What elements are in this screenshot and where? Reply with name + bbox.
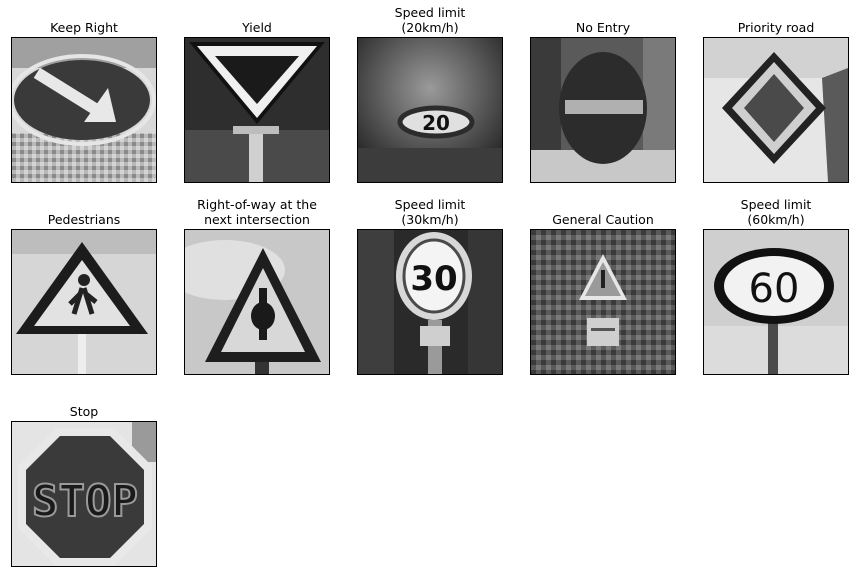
panel-caption: General Caution [552, 212, 654, 227]
panel-caption: Right-of-way at the next intersection [197, 197, 317, 227]
panel-image [11, 229, 157, 375]
panel-image: 20 [357, 37, 503, 183]
panel-caption: Speed limit (30km/h) [394, 197, 466, 227]
panel-image [11, 37, 157, 183]
keep-right-sign-icon [12, 38, 156, 182]
speed-limit-60-sign-icon: 60 [704, 230, 848, 374]
panel-caption: Keep Right [50, 20, 118, 35]
panel-image [530, 229, 676, 375]
svg-text:20: 20 [422, 111, 450, 135]
panel-image: 30 [357, 229, 503, 375]
right-of-way-sign-icon [185, 230, 329, 374]
panel-image [530, 37, 676, 183]
priority-road-sign-icon [704, 38, 848, 182]
speed-limit-30-sign-icon: 30 [358, 230, 502, 374]
svg-text:30: 30 [410, 259, 457, 299]
no-entry-sign-icon [531, 38, 675, 182]
panel-image [703, 37, 849, 183]
panel-caption: Yield [242, 20, 272, 35]
panel-image [184, 229, 330, 375]
panel-caption: Speed limit (20km/h) [394, 5, 466, 35]
panel-caption: No Entry [575, 20, 631, 35]
panel-image: STOP [11, 421, 157, 567]
general-caution-sign-icon [531, 230, 675, 374]
svg-text:60: 60 [749, 266, 800, 312]
panel-caption: Speed limit (60km/h) [740, 197, 812, 227]
panel-caption: Pedestrians [47, 212, 121, 227]
stop-sign-icon: STOP [12, 422, 156, 566]
panel-image: 60 [703, 229, 849, 375]
panel-caption: Stop [69, 404, 99, 419]
speed-limit-20-sign-icon: 20 [358, 38, 502, 182]
pedestrians-sign-icon [12, 230, 156, 374]
panel-caption: Priority road [737, 20, 815, 35]
svg-text:STOP: STOP [32, 476, 138, 527]
yield-sign-icon [185, 38, 329, 182]
panel-image [184, 37, 330, 183]
